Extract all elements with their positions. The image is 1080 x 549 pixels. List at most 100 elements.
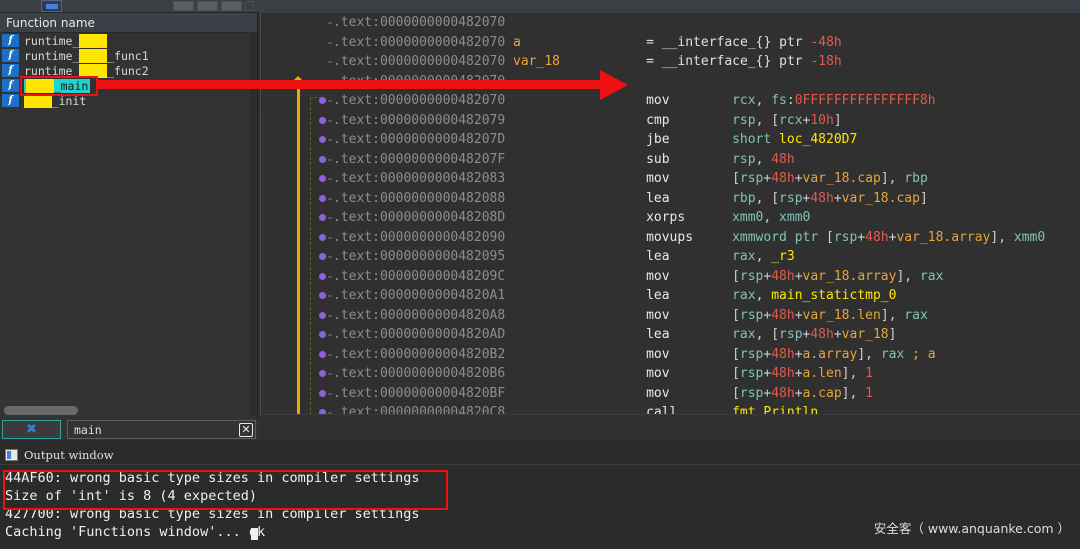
dashed-flow-line [310,97,311,425]
line-mnemonic: jbe [646,132,670,147]
gutter-tick [328,100,332,102]
instruction-marker-dot [319,233,326,241]
disassembly-line[interactable]: .text:00000000004820AD lea rax, [rsp+48h+… [333,325,1080,345]
disassembly-line[interactable]: .text:0000000000482070 mov rcx, fs:0FFFFF… [333,91,1080,111]
disassembly-line[interactable]: .text:00000000004820B6 mov [rsp+48h+a.len… [333,364,1080,384]
disassembly-line[interactable]: .text:0000000000482070 [333,72,1080,92]
gutter-tick [328,275,332,278]
line-address: .text:0000000000482088 [333,190,506,206]
disassembly-view: .text:0000000000482070 .text:000000000048… [258,0,1080,513]
minimize-button[interactable] [173,1,194,11]
function-icon: f [2,79,19,92]
disassembly-line[interactable]: .text:00000000004820BF mov [rsp+48h+a.cap… [333,384,1080,404]
line-type-value: -48h [810,34,842,50]
line-address: .text:00000000004820A8 [333,307,506,323]
maximize-button[interactable] [197,1,218,11]
function-name-label: main_main [24,78,91,93]
gutter-tick [328,119,332,122]
line-mnemonic: mov [646,385,670,401]
function-name-label: runtime_main_func2 [24,63,149,78]
gutter-tick [328,392,332,395]
line-mnemonic: mov [646,366,670,381]
disassembly-line[interactable]: .text:000000000048208D xorps xmm0, xmm0 [333,208,1080,228]
line-address: .text:00000000004820C8 [333,405,506,414]
functions-vertical-scrollbar[interactable] [250,34,256,416]
disassembly-line[interactable]: .text:0000000000482090 movups xmmword ptr… [333,228,1080,248]
line-variable-name: var_18 [513,54,560,69]
functions-horizontal-scrollbar[interactable] [4,406,78,415]
line-operands: rax, _r3 [732,249,795,264]
line-equals: = [646,34,662,50]
output-line: Size of 'int' is 8 (4 expected) [5,488,257,504]
gutter-tick [328,158,332,161]
close-button[interactable] [221,1,242,11]
disassembly-line[interactable]: .text:0000000000482095 lea rax, _r3 [333,247,1080,267]
line-mnemonic: mov [646,307,670,323]
window-controls [173,1,254,11]
line-address: .text:00000000004820B2 [333,346,506,362]
function-name-label: main_init [24,93,87,108]
line-operands: rcx, fs:0FFFFFFFFFFFFFFF8h [732,93,936,108]
disassembly-line[interactable]: .text:0000000000482079 cmp rsp, [rcx+10h] [333,111,1080,131]
line-operands: short loc_4820D7 [732,132,858,147]
functions-column-header[interactable]: Function name [0,13,257,33]
gutter-tick [328,22,332,24]
clear-filter-icon[interactable]: ✕ [239,423,253,437]
disassembly-line[interactable]: .text:0000000000482070 a = __interface_{… [333,33,1080,53]
output-window-header: Output window [0,446,1080,465]
disassembly-line[interactable]: .text:0000000000482088 lea rbp, [rsp+48h+… [333,189,1080,209]
line-operands: rbp, [rsp+48h+var_18.cap] [732,190,928,206]
line-equals: = [646,54,662,69]
line-mnemonic: mov [646,171,670,186]
functions-filter-input[interactable]: main ✕ [67,420,256,439]
line-operands: [rsp+48h+a.array], rax ; a [732,346,936,362]
line-mnemonic: sub [646,151,670,167]
ida-window: Function name f runtime_main f runtime_main… [0,0,1080,549]
functions-list[interactable]: f runtime_main f runtime_main_func1 f runtime… [0,33,257,108]
line-mnemonic: call [646,405,678,414]
instruction-marker-dot [319,97,326,104]
instruction-marker-dot [319,116,326,124]
disassembly-line[interactable]: .text:0000000000482070 [333,13,1080,33]
disassembly-line[interactable]: .text:00000000004820C8 call fmt_Println [333,403,1080,414]
gutter-tick [328,334,332,336]
line-address: .text:0000000000482070 [333,93,506,108]
function-list-item[interactable]: f runtime_main_func2 [0,63,257,78]
disassembly-line[interactable]: .text:0000000000482070 var_18 = __interf… [333,52,1080,72]
disassembly-line[interactable]: .text:00000000004820B2 mov [rsp+48h+a.arr… [333,345,1080,365]
disassembly-line[interactable]: .text:000000000048207D jbe short loc_4820… [333,130,1080,150]
output-window-title: Output window [24,448,114,462]
extra-button[interactable] [245,1,254,11]
line-operands: [rsp+48h+a.cap], 1 [732,385,873,401]
line-operands: xmm0, xmm0 [732,210,811,225]
flow-arrow-line [297,81,300,427]
gutter-tick [328,178,332,180]
app-icon [41,0,62,12]
gutter-tick [328,139,332,141]
function-name-label: runtime_main_func1 [24,48,149,63]
arrow-gutter [258,13,333,455]
function-list-item[interactable]: f runtime_main_func1 [0,48,257,63]
disassembly-line[interactable]: .text:000000000048209C mov [rsp+48h+var_1… [333,267,1080,287]
disassembly-line[interactable]: .text:00000000004820A8 mov [rsp+48h+var_1… [333,306,1080,326]
function-list-item[interactable]: f main_main [0,78,257,93]
line-operands: rsp, [rcx+10h] [732,112,842,128]
instruction-marker-dot [319,389,326,397]
function-list-item[interactable]: f main_init [0,93,257,108]
line-operands: xmmword ptr [rsp+48h+var_18.array], xmm0 [732,229,1046,245]
line-address: .text:000000000048208D [333,210,506,225]
line-mnemonic: lea [646,249,670,264]
line-address: .text:000000000048207F [333,151,506,167]
gutter-divider [260,13,261,414]
function-list-item[interactable]: f runtime_main [0,33,257,48]
line-address: .text:0000000000482070 [333,15,506,30]
filter-value: main [74,422,102,437]
gutter-tick [328,256,332,258]
instruction-marker-dot [319,292,326,299]
disassembly-lines[interactable]: .text:0000000000482070 .text:000000000048… [333,13,1080,414]
search-close-button[interactable]: ✖ [2,420,61,439]
disassembly-line[interactable]: .text:0000000000482083 mov [rsp+48h+var_1… [333,169,1080,189]
disassembly-line[interactable]: .text:00000000004820A1 lea rax, main_stat… [333,286,1080,306]
line-mnemonic: mov [646,268,670,284]
disassembly-line[interactable]: .text:000000000048207F sub rsp, 48h [333,150,1080,170]
